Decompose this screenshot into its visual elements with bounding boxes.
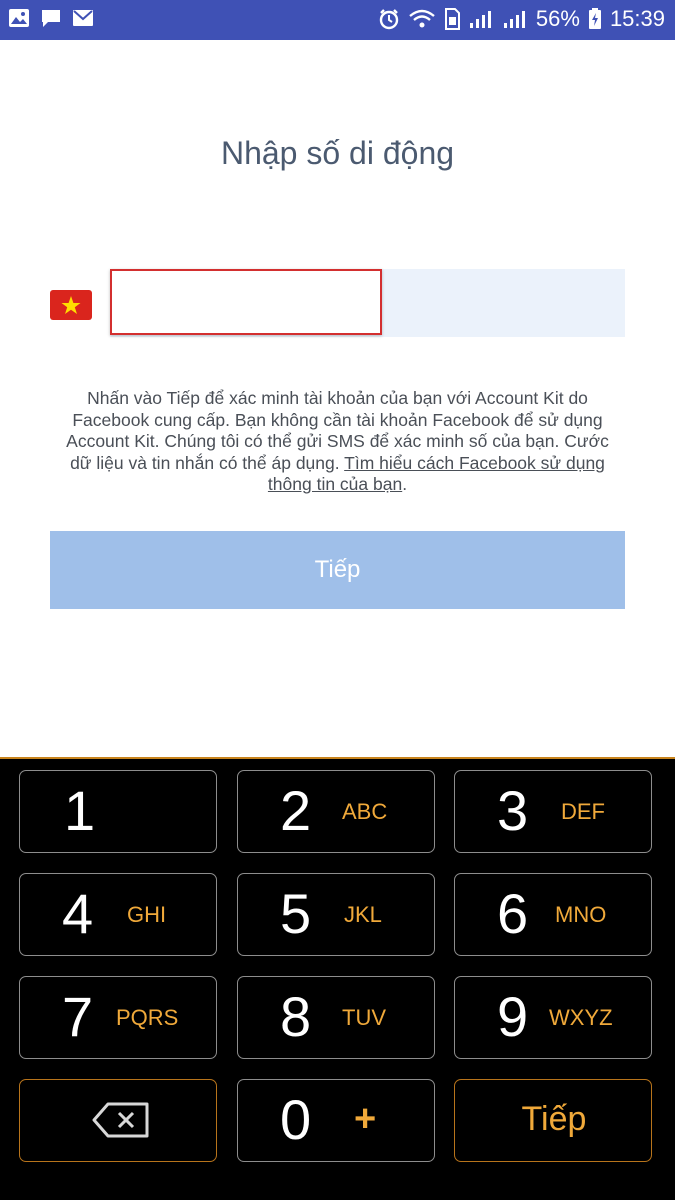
battery-percent: 56% — [535, 6, 580, 31]
signal-icon-1 — [468, 9, 494, 29]
key-4[interactable]: 4 GHI — [19, 873, 217, 956]
key-letters: + — [354, 1098, 377, 1140]
key-letters: TUV — [342, 1005, 386, 1030]
key-digit: 7 — [62, 985, 94, 1048]
key-letters: WXYZ — [549, 1005, 613, 1030]
key-letters: DEF — [561, 799, 605, 824]
key-digit: 0 — [280, 1088, 312, 1151]
wifi-icon — [408, 8, 436, 30]
page-title: Nhập số di động — [220, 135, 455, 171]
vietnam-flag-icon[interactable] — [50, 290, 92, 320]
key-digit: 3 — [497, 779, 529, 842]
disclaimer-text: Nhấn vào Tiếp để xác minh tài khoản của … — [55, 388, 620, 496]
key-letters: MNO — [555, 902, 607, 927]
key-9[interactable]: 9 WXYZ — [454, 976, 652, 1059]
key-6[interactable]: 6 MNO — [454, 873, 652, 956]
key-2[interactable]: 2 ABC — [237, 770, 435, 853]
phone-number-input[interactable] — [110, 269, 382, 335]
key-letters: PQRS — [116, 1005, 179, 1030]
key-0[interactable]: 0 + — [237, 1079, 435, 1162]
message-notification-icon — [40, 8, 62, 28]
sim-card-icon — [444, 8, 460, 30]
key-5[interactable]: 5 JKL — [237, 873, 435, 956]
key-8[interactable]: 8 TUV — [237, 976, 435, 1059]
key-digit: 1 — [64, 779, 96, 842]
next-button[interactable]: Tiếp — [50, 531, 625, 609]
email-notification-icon — [72, 9, 94, 27]
battery-icon — [588, 8, 602, 30]
keypad-next-key[interactable]: Tiếp — [454, 1079, 652, 1162]
alarm-icon — [378, 8, 400, 30]
key-digit: 5 — [280, 882, 312, 945]
key-letters: ABC — [342, 799, 388, 824]
clock: 15:39 — [609, 6, 665, 31]
key-7[interactable]: 7 PQRS — [19, 976, 217, 1059]
disclaimer-end: . — [402, 474, 408, 494]
backspace-icon — [92, 1102, 150, 1143]
key-digit: 4 — [62, 882, 94, 945]
gallery-notification-icon — [8, 8, 30, 28]
key-digit: 2 — [280, 779, 312, 842]
key-3[interactable]: 3 DEF — [454, 770, 652, 853]
key-1[interactable]: 1 — [19, 770, 217, 853]
backspace-key[interactable] — [19, 1079, 217, 1162]
key-letters: GHI — [127, 902, 167, 927]
key-digit: 6 — [497, 882, 529, 945]
key-letters: JKL — [344, 902, 382, 927]
key-digit: 9 — [497, 985, 529, 1048]
key-digit: 8 — [280, 985, 312, 1048]
signal-icon-2 — [502, 9, 528, 29]
numeric-keypad: 1 2 ABC 3 DEF 4 GHI 5 JKL 6 MNO 7 PQRS 8… — [0, 757, 675, 1200]
status-bar: 56% 15:39 — [0, 0, 675, 40]
keypad-next-label: Tiếp — [521, 1100, 587, 1138]
